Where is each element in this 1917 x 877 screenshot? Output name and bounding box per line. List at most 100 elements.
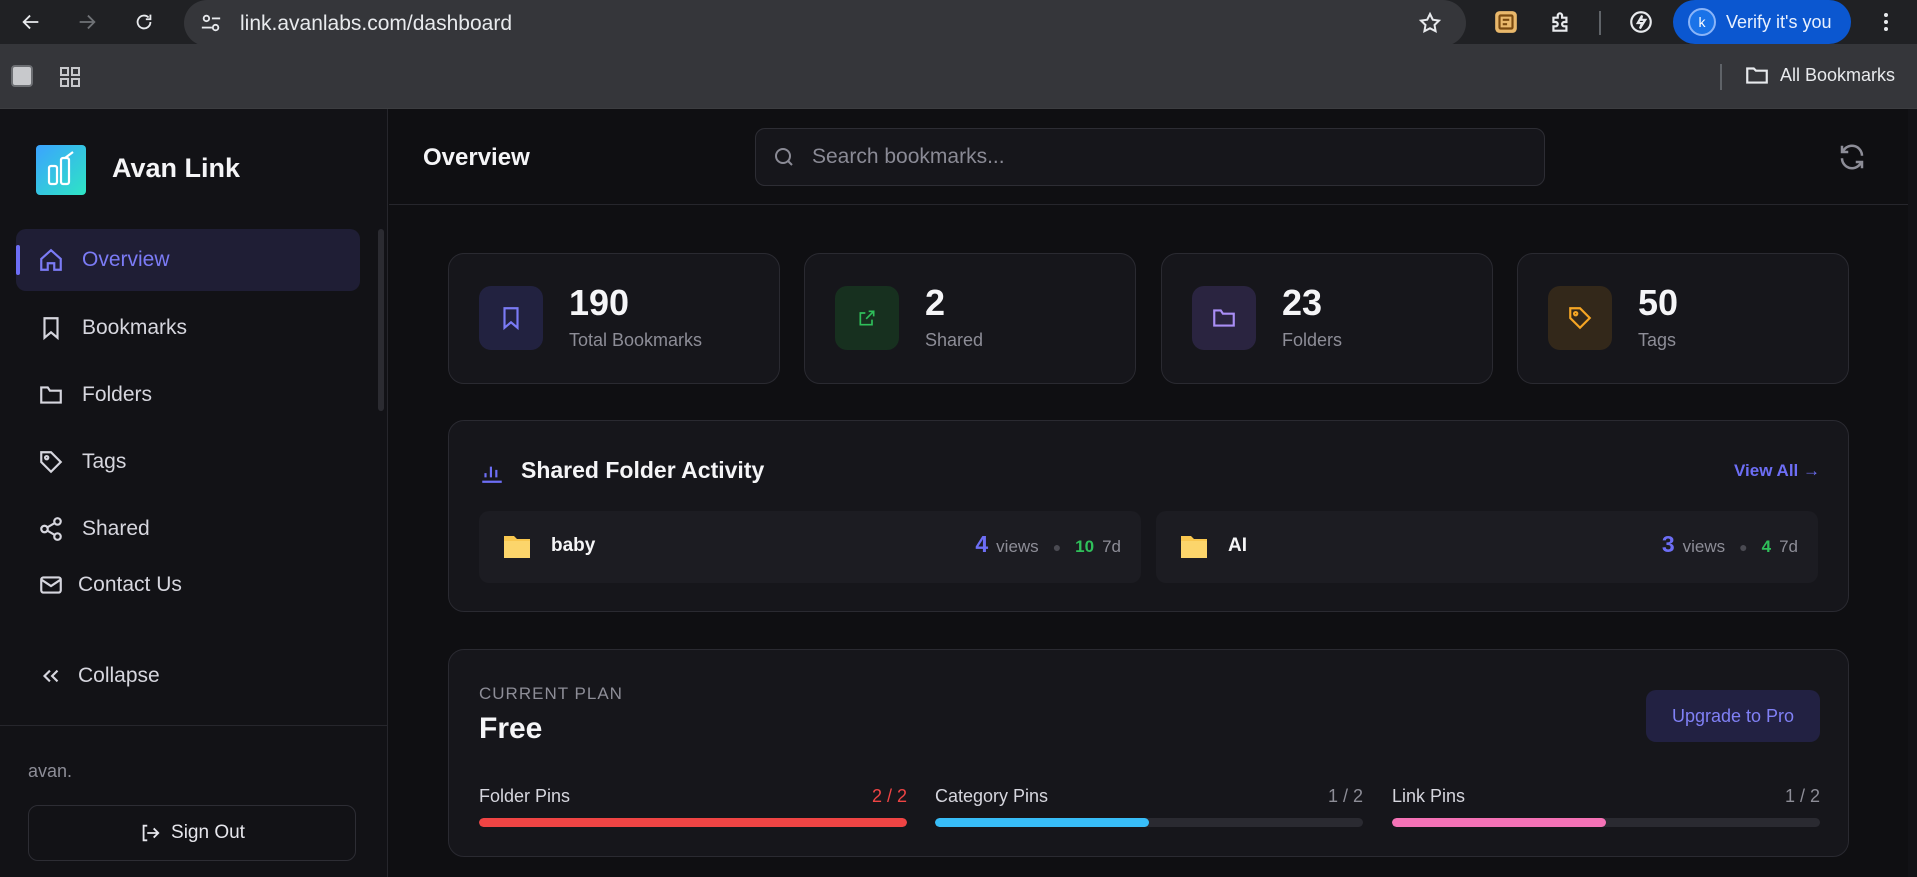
app-logo[interactable]	[36, 145, 86, 195]
folder-icon	[504, 536, 530, 558]
toolbar-divider	[1599, 11, 1601, 35]
stat-card-tags[interactable]: 50 Tags	[1517, 253, 1849, 384]
arrow-left-icon	[22, 14, 39, 30]
sidebar-item-contact-us[interactable]: Contact Us	[16, 554, 360, 616]
tab-search-icon[interactable]	[11, 65, 33, 87]
user-name: avan.	[28, 761, 73, 781]
stat-label: Total Bookmarks	[569, 330, 703, 350]
all-bookmarks-label: All Bookmarks	[1780, 64, 1896, 85]
pin-label: Folder Pins	[479, 786, 571, 806]
sidebar-divider	[0, 725, 388, 726]
pin-label: Category Pins	[935, 786, 1049, 806]
tag-icon	[40, 451, 63, 474]
stat-icon-wrap	[1548, 286, 1612, 350]
url-text[interactable]: link.avanlabs.com/dashboard	[240, 12, 512, 36]
bar-chart-icon	[482, 466, 502, 483]
stat-icon-wrap	[835, 286, 899, 350]
activity-folder-item[interactable]: AI 3 views ● 4 7d	[1156, 511, 1818, 583]
activity-folder-item[interactable]: baby 4 views ● 10 7d	[479, 511, 1141, 583]
brand-name: Avan Link	[112, 153, 241, 183]
more-vert-icon[interactable]	[1874, 10, 1898, 34]
separator-dot: ●	[1052, 539, 1062, 555]
bookmark-icon	[503, 307, 519, 331]
forward-button[interactable]	[72, 7, 102, 37]
recent-label: 7d	[1779, 537, 1798, 556]
folder-icon	[1746, 67, 1768, 84]
sidebar-scrollbar[interactable]	[378, 229, 384, 411]
apps-grid-icon[interactable]	[58, 65, 82, 89]
stat-card-shared[interactable]: 2 Shared	[804, 253, 1136, 384]
pin-progress-track	[479, 818, 907, 827]
search-input[interactable]	[812, 145, 1512, 169]
collapse-button[interactable]: Collapse	[16, 645, 360, 707]
sidebar-item-overview[interactable]: Overview	[16, 229, 360, 291]
star-icon[interactable]	[1418, 11, 1442, 35]
main-scrollbar[interactable]	[1908, 109, 1917, 877]
sidebar-item-label: Bookmarks	[82, 316, 188, 339]
stat-icon-wrap	[1192, 286, 1256, 350]
logout-icon	[142, 824, 160, 842]
pin-progress-fill	[935, 818, 1149, 827]
sidebar-item-label: Shared	[82, 517, 150, 540]
pin-label: Link Pins	[1392, 786, 1466, 806]
pin-value: 1 / 2	[1327, 786, 1363, 806]
sidebar-item-bookmarks[interactable]: Bookmarks	[16, 297, 360, 359]
pin-progress-fill	[479, 818, 907, 827]
upgrade-button[interactable]: Upgrade to Pro	[1646, 690, 1820, 742]
plan-name: Free	[479, 712, 543, 745]
pin-value: 1 / 2	[1784, 786, 1820, 806]
folder-name: baby	[551, 535, 596, 556]
view-all-link[interactable]: View All →	[1734, 461, 1820, 481]
stat-card-total-bookmarks[interactable]: 190 Total Bookmarks	[448, 253, 780, 384]
reload-button[interactable]	[129, 7, 159, 37]
views-label: views	[996, 537, 1039, 556]
recent-count: 10	[1075, 537, 1095, 556]
refresh-icon[interactable]	[1837, 142, 1867, 172]
pin-progress-track	[935, 818, 1363, 827]
views-label: views	[1682, 537, 1726, 556]
tag-icon	[1569, 307, 1592, 330]
chevrons-left-icon	[42, 669, 59, 683]
stat-value: 50	[1638, 282, 1679, 323]
folder-icon	[1181, 536, 1207, 558]
sidebar-item-label: Overview	[82, 248, 170, 271]
address-bar[interactable]: link.avanlabs.com/dashboard	[184, 0, 1466, 46]
all-bookmarks-button[interactable]: All Bookmarks	[1744, 62, 1895, 88]
reload-icon	[136, 14, 152, 30]
sidebar-item-folders[interactable]: Folders	[16, 364, 360, 426]
views-count: 4	[975, 531, 989, 557]
folder-name: AI	[1228, 535, 1247, 556]
external-link-icon	[859, 310, 875, 326]
link-logo-icon	[47, 151, 74, 186]
collapse-label: Collapse	[78, 664, 160, 687]
views-count: 3	[1661, 531, 1675, 557]
search-box[interactable]	[755, 128, 1545, 186]
verify-profile-button[interactable]: k Verify it's you	[1673, 0, 1851, 44]
bookmarks-divider	[1720, 64, 1722, 90]
verify-label: Verify it's you	[1726, 11, 1832, 32]
sidebar-item-shared[interactable]: Shared	[16, 498, 360, 560]
puzzle-icon[interactable]	[1548, 9, 1574, 35]
stat-value: 190	[569, 282, 630, 323]
avatar: k	[1688, 8, 1716, 36]
page-title: Overview	[423, 144, 530, 171]
folder-icon	[40, 386, 62, 404]
sign-out-label: Sign Out	[171, 822, 245, 843]
folder-icon	[1213, 309, 1235, 327]
site-settings-icon[interactable]	[200, 12, 222, 34]
stat-value: 2	[925, 282, 946, 323]
performance-icon[interactable]	[1628, 9, 1654, 35]
extension-icon[interactable]	[1493, 9, 1519, 35]
stat-value: 23	[1282, 282, 1323, 323]
sidebar-item-tags[interactable]: Tags	[16, 431, 360, 493]
pin-progress-track	[1392, 818, 1820, 827]
arrow-right-icon	[79, 14, 96, 30]
sign-out-button[interactable]: Sign Out	[28, 805, 356, 861]
mail-icon	[40, 576, 62, 594]
pin-value: 2 / 2	[871, 786, 907, 806]
back-button[interactable]	[16, 7, 46, 37]
recent-count: 4	[1761, 537, 1772, 556]
sidebar-item-label: Folders	[82, 383, 153, 406]
page-header: Overview	[389, 109, 1917, 205]
stat-card-folders[interactable]: 23 Folders	[1161, 253, 1493, 384]
